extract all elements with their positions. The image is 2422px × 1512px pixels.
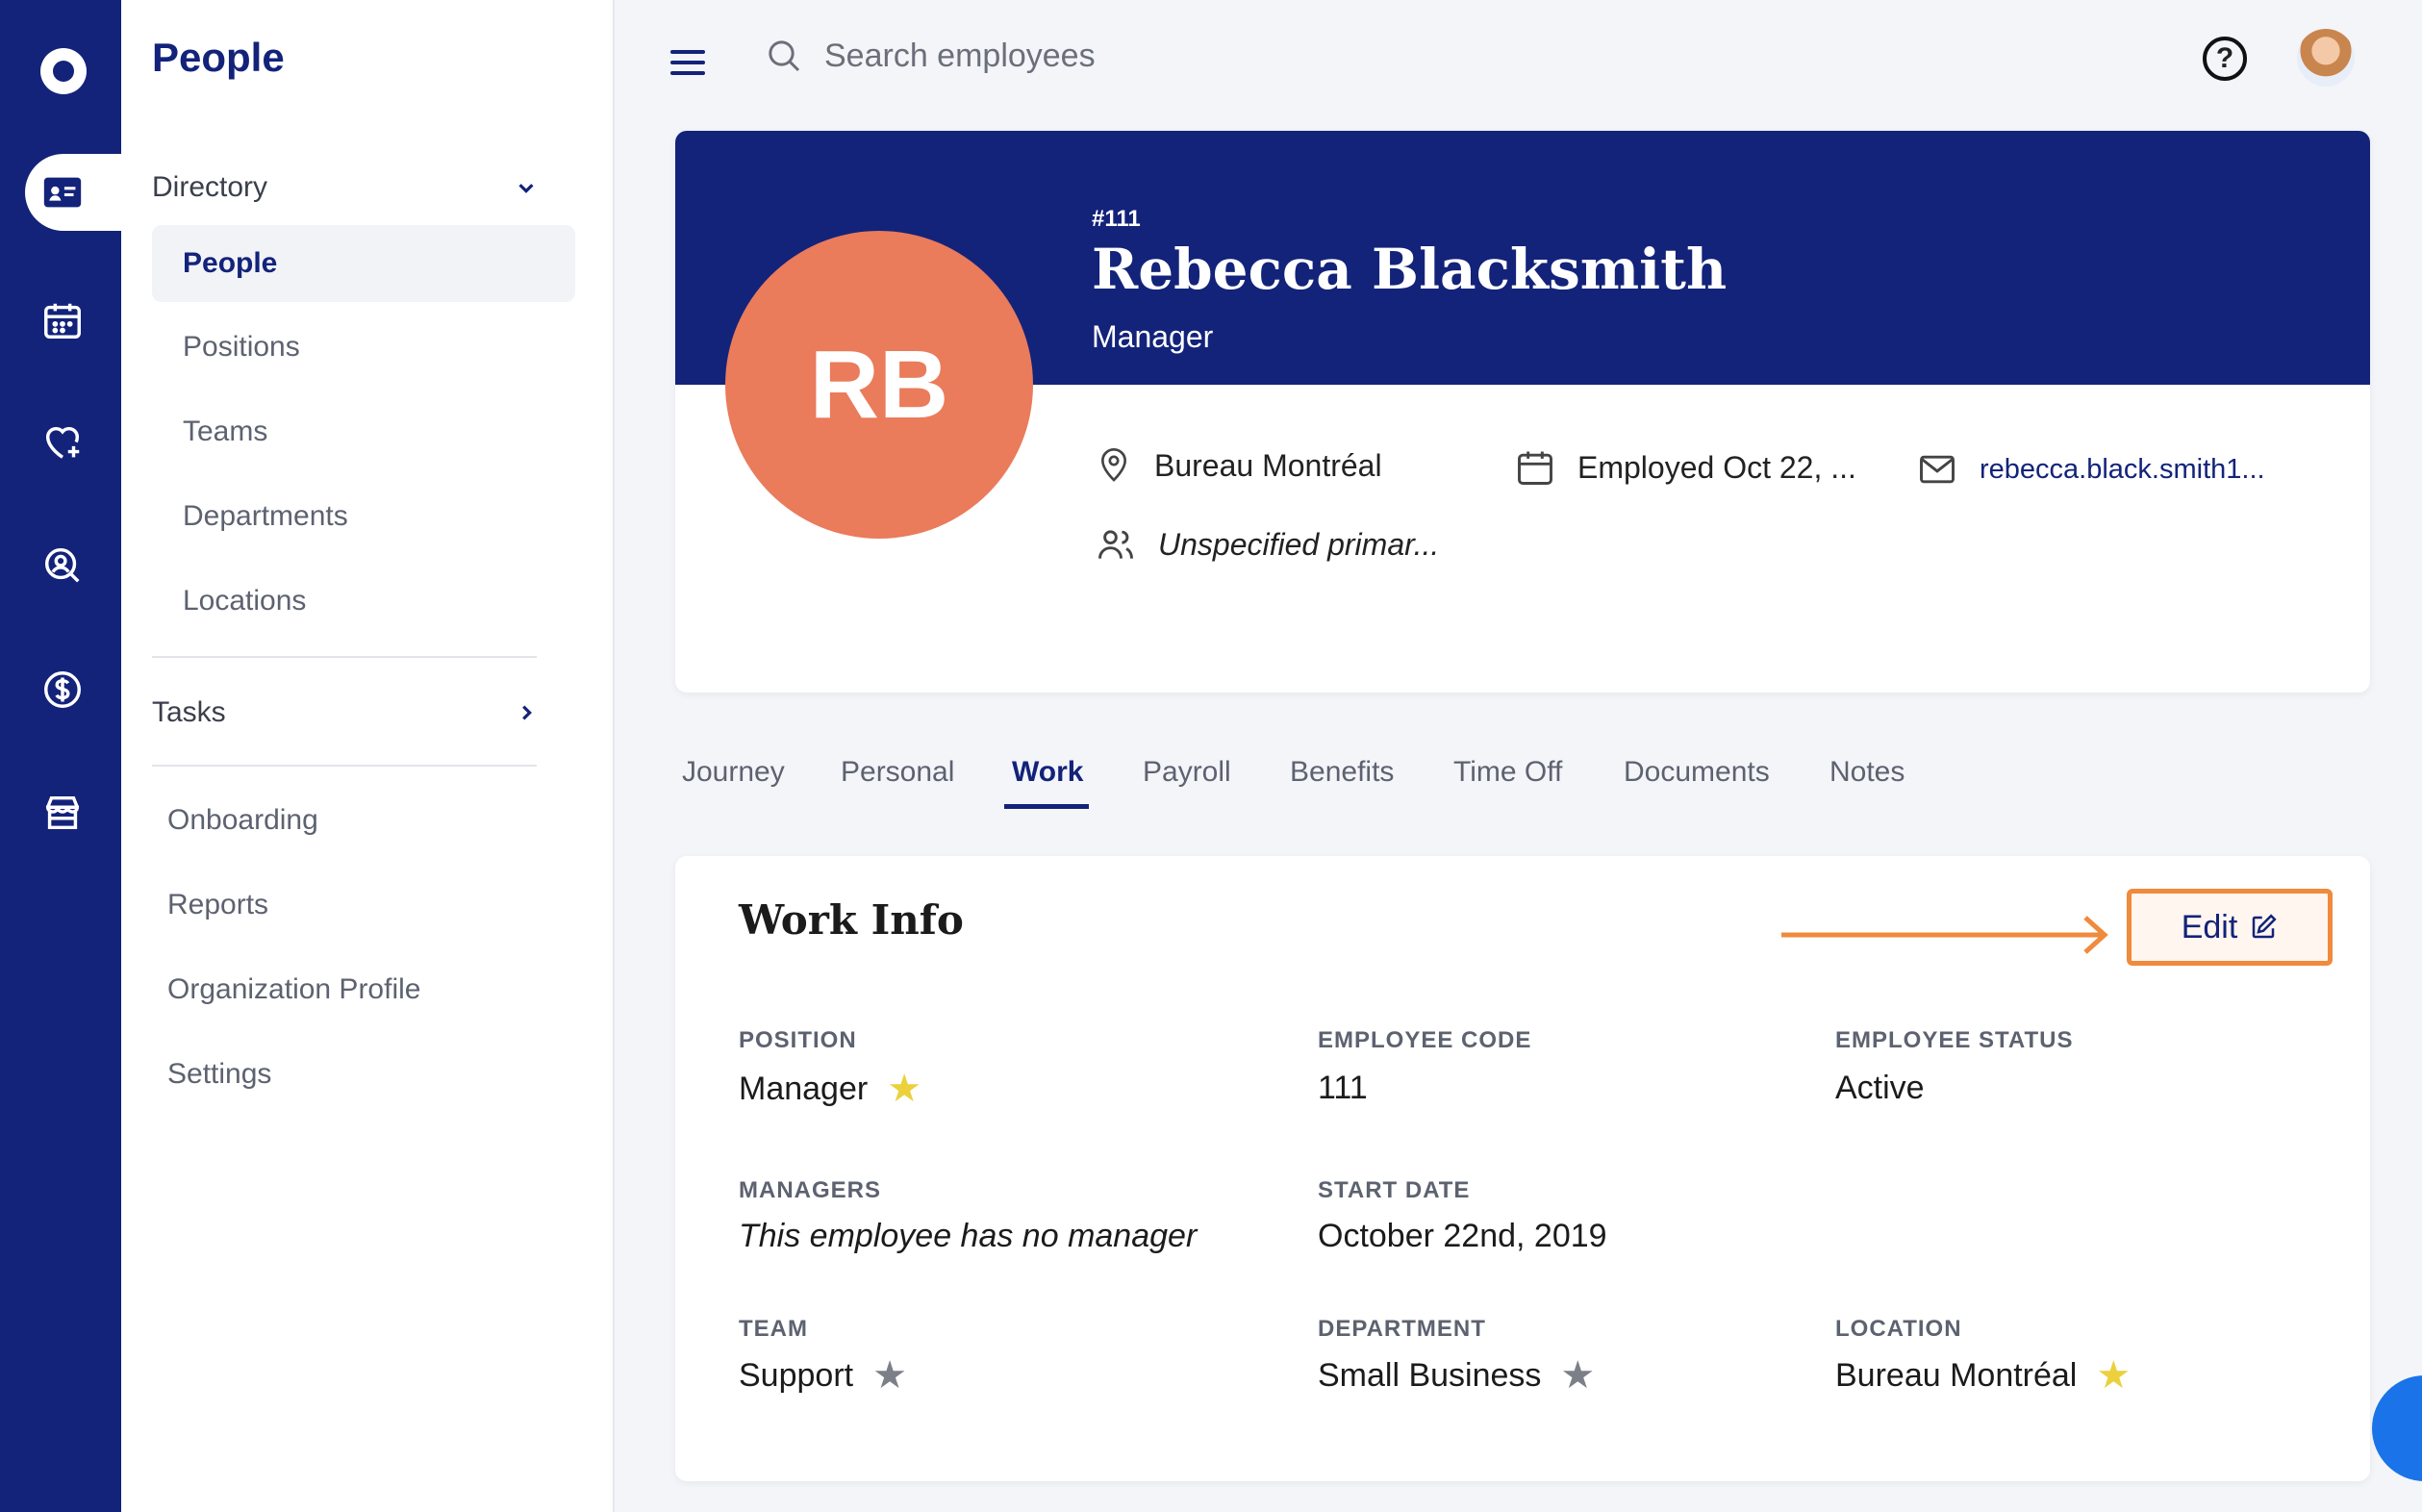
employee-code-value: 111	[1318, 1070, 1368, 1106]
profile-card: #111 Rebecca Blacksmith Manager RB Burea…	[675, 131, 2370, 693]
people-icon	[1098, 530, 1133, 559]
sidebar-item-departments[interactable]: Departments	[183, 500, 348, 533]
active-tab-indicator	[1004, 804, 1089, 809]
edit-icon	[2253, 914, 2277, 939]
tab-notes[interactable]: Notes	[1829, 756, 1905, 789]
sidebar-item-positions[interactable]: Positions	[183, 331, 300, 364]
location-text: Bureau Montréal	[1154, 447, 1382, 483]
sidebar-item-settings[interactable]: Settings	[167, 1058, 271, 1091]
location-meta: Bureau Montréal	[1095, 446, 1382, 485]
edit-button[interactable]: Edit	[2127, 889, 2333, 966]
employee-title: Manager	[1092, 319, 1214, 354]
sidebar-item-teams[interactable]: Teams	[183, 416, 267, 448]
position-text: Manager	[739, 1070, 869, 1107]
sidebar-item-organization-profile[interactable]: Organization Profile	[167, 973, 420, 1006]
start-date-label: START DATE	[1318, 1177, 1471, 1203]
department-text: Small Business	[1318, 1356, 1542, 1394]
sidebar-item-onboarding[interactable]: Onboarding	[167, 804, 318, 837]
tab-journey[interactable]: Journey	[682, 756, 785, 789]
tab-payroll[interactable]: Payroll	[1143, 756, 1231, 789]
tasks-section-toggle[interactable]: Tasks	[152, 696, 537, 729]
sidebar-item-people[interactable]: People	[152, 225, 575, 302]
employment-text: Employed Oct 22, ...	[1577, 449, 1856, 485]
chevron-right-icon	[522, 705, 532, 720]
search-bar[interactable]: Search employees	[765, 37, 1096, 75]
star-icon[interactable]: ★	[887, 1070, 921, 1108]
employee-status-value: Active	[1835, 1070, 1925, 1106]
menu-icon[interactable]	[670, 50, 705, 82]
star-icon[interactable]: ★	[872, 1356, 907, 1395]
edit-label: Edit	[2181, 908, 2238, 945]
tab-personal[interactable]: Personal	[841, 756, 954, 789]
work-info-title: Work Info	[739, 896, 964, 944]
managers-label: MANAGERS	[739, 1177, 882, 1203]
search-input[interactable]: Search employees	[824, 38, 1096, 75]
chevron-down-icon	[518, 184, 534, 193]
managers-value: This employee has no manager	[739, 1218, 1198, 1254]
sidebar-divider	[152, 656, 537, 658]
team-field-text: Support	[739, 1356, 854, 1394]
arrow-right-icon	[1781, 916, 2108, 954]
employee-status-label: EMPLOYEE STATUS	[1835, 1027, 2074, 1053]
employee-name: Rebecca Blacksmith	[1092, 237, 1728, 302]
dollar-icon[interactable]	[38, 666, 87, 714]
email-link[interactable]: rebecca.black.smith1...	[1980, 454, 2265, 486]
employment-meta: Employed Oct 22, ...	[1514, 446, 1856, 489]
team-label: TEAM	[739, 1316, 808, 1342]
map-pin-icon	[1100, 448, 1127, 482]
department-value: Small Business ★	[1318, 1356, 1595, 1395]
calendar-icon	[1518, 451, 1552, 485]
employee-code-label: EMPLOYEE CODE	[1318, 1027, 1532, 1053]
help-icon[interactable]: ?	[2203, 37, 2247, 81]
mail-icon	[1920, 455, 1955, 484]
position-label: POSITION	[739, 1027, 857, 1053]
team-value: Support ★	[739, 1356, 907, 1395]
location-field-text: Bureau Montréal	[1835, 1356, 2078, 1394]
directory-label: Directory	[152, 171, 268, 203]
tab-benefits[interactable]: Benefits	[1290, 756, 1394, 789]
sidebar: People Directory People Positions Teams …	[121, 0, 615, 1512]
department-label: DEPARTMENT	[1318, 1316, 1486, 1342]
tab-documents[interactable]: Documents	[1624, 756, 1770, 789]
tab-work[interactable]: Work	[1012, 756, 1083, 789]
calendar-icon[interactable]	[38, 296, 87, 344]
email-meta[interactable]: rebecca.black.smith1...	[1916, 448, 2265, 491]
tab-time-off[interactable]: Time Off	[1453, 756, 1562, 789]
start-date-value: October 22nd, 2019	[1318, 1218, 1607, 1254]
heart-plus-icon[interactable]	[38, 418, 87, 466]
people-search-icon[interactable]	[38, 542, 87, 590]
store-icon[interactable]	[38, 789, 87, 837]
search-icon	[769, 40, 800, 72]
app-rail	[0, 0, 131, 1512]
directory-section-toggle[interactable]: Directory	[152, 171, 537, 204]
directory-icon[interactable]	[38, 168, 87, 216]
sidebar-title: People	[152, 35, 285, 80]
star-icon[interactable]: ★	[2096, 1356, 2131, 1395]
star-icon[interactable]: ★	[1560, 1356, 1595, 1395]
team-meta: Unspecified primar...	[1095, 523, 1439, 566]
user-avatar[interactable]	[2297, 29, 2355, 87]
chat-bubble-icon[interactable]	[2372, 1375, 2422, 1481]
sidebar-item-reports[interactable]: Reports	[167, 889, 268, 921]
team-text: Unspecified primar...	[1158, 526, 1440, 562]
logo-icon[interactable]	[40, 48, 87, 94]
location-value: Bureau Montréal ★	[1835, 1356, 2131, 1395]
sidebar-divider	[152, 765, 537, 767]
position-value: Manager ★	[739, 1070, 921, 1108]
employee-avatar: RB	[725, 231, 1033, 539]
work-info-card: Work Info Edit POSITION Manager ★ EMPLOY…	[675, 856, 2370, 1481]
tasks-label: Tasks	[152, 696, 226, 728]
location-label: LOCATION	[1835, 1316, 1962, 1342]
employee-code: #111	[1092, 206, 1141, 232]
sidebar-item-locations[interactable]: Locations	[183, 585, 306, 617]
